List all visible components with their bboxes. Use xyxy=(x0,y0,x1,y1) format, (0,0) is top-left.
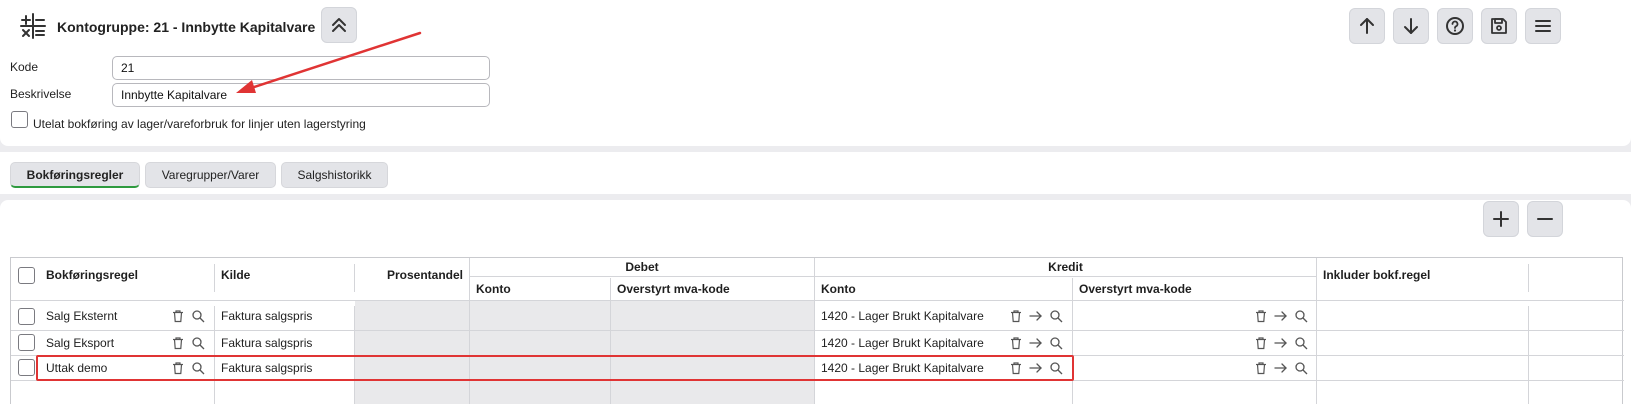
search-icon[interactable] xyxy=(1049,361,1063,375)
kode-input[interactable] xyxy=(112,56,490,80)
row-bokforingsregel[interactable]: Uttak demo xyxy=(46,356,107,380)
search-icon[interactable] xyxy=(1294,336,1308,350)
tab-bokforingsregler[interactable]: Bokføringsregler xyxy=(10,162,140,188)
arrow-down-icon xyxy=(1404,18,1418,34)
trash-icon[interactable] xyxy=(1254,361,1268,375)
row-checkbox[interactable] xyxy=(18,359,35,376)
plus-icon xyxy=(1493,211,1509,227)
menu-icon xyxy=(1535,20,1551,32)
row-kredit-konto[interactable]: 1420 - Lager Brukt Kapitalvare xyxy=(821,331,984,355)
collapse-button[interactable] xyxy=(321,7,357,43)
help-button[interactable] xyxy=(1437,8,1473,44)
arrow-right-icon[interactable] xyxy=(1274,336,1288,350)
help-icon xyxy=(1446,17,1464,35)
next-record-button[interactable] xyxy=(1393,8,1429,44)
save-button[interactable] xyxy=(1481,8,1517,44)
arrow-up-icon xyxy=(1360,18,1374,34)
page-title: Kontogruppe: 21 - Innbytte Kapitalvare xyxy=(57,19,316,35)
add-row-button[interactable] xyxy=(1483,201,1519,237)
row-bokforingsregel[interactable]: Salg Eksport xyxy=(46,331,114,355)
debet-mva-disabled-cells xyxy=(611,301,814,404)
utelat-bokforing-checkbox[interactable] xyxy=(11,111,28,128)
search-icon[interactable] xyxy=(1049,336,1063,350)
arrow-right-icon[interactable] xyxy=(1029,336,1043,350)
header-kredit-konto[interactable]: Konto xyxy=(821,277,856,300)
trash-icon[interactable] xyxy=(1009,361,1023,375)
beskrivelse-input[interactable] xyxy=(112,83,490,107)
trash-icon[interactable] xyxy=(171,361,185,375)
row-checkbox[interactable] xyxy=(18,334,35,351)
debet-konto-disabled-cells xyxy=(470,301,610,404)
calculator-icon xyxy=(19,12,47,40)
remove-row-button[interactable] xyxy=(1527,201,1563,237)
row-checkbox[interactable] xyxy=(18,308,35,325)
tab-varegrupper-varer[interactable]: Varegrupper/Varer xyxy=(145,162,276,188)
row-kredit-konto[interactable]: 1420 - Lager Brukt Kapitalvare xyxy=(821,356,984,380)
bokforingsregler-grid: Bokføringsregel Kilde Prosentandel Debet… xyxy=(10,257,1624,404)
row-kredit-konto[interactable]: 1420 - Lager Brukt Kapitalvare xyxy=(821,301,984,330)
header-debet-mva[interactable]: Overstyrt mva-kode xyxy=(617,277,730,300)
search-icon[interactable] xyxy=(191,361,205,375)
previous-record-button[interactable] xyxy=(1349,8,1385,44)
trash-icon[interactable] xyxy=(171,309,185,323)
arrow-right-icon[interactable] xyxy=(1029,361,1043,375)
search-icon[interactable] xyxy=(1294,361,1308,375)
utelat-bokforing-label: Utelat bokføring av lager/vareforbruk fo… xyxy=(33,117,366,131)
save-icon xyxy=(1491,18,1507,34)
row-bokforingsregel[interactable]: Salg Eksternt xyxy=(46,301,117,330)
header-debet: Debet xyxy=(625,260,659,274)
header-bokforingsregel[interactable]: Bokføringsregel xyxy=(46,268,138,282)
double-chevron-up-icon xyxy=(332,18,346,32)
menu-button[interactable] xyxy=(1525,8,1561,44)
trash-icon[interactable] xyxy=(1009,336,1023,350)
header-debet-konto[interactable]: Konto xyxy=(476,277,511,300)
header-kredit: Kredit xyxy=(1048,260,1083,274)
header-inkluder[interactable]: Inkluder bokf.regel xyxy=(1323,268,1430,282)
row-kilde[interactable]: Faktura salgspris xyxy=(221,301,312,330)
minus-icon xyxy=(1537,218,1553,220)
trash-icon[interactable] xyxy=(1254,309,1268,323)
search-icon[interactable] xyxy=(1049,309,1063,323)
prosentandel-disabled-cells xyxy=(355,301,469,404)
arrow-right-icon[interactable] xyxy=(1274,309,1288,323)
beskrivelse-label: Beskrivelse xyxy=(10,87,72,101)
trash-icon[interactable] xyxy=(171,336,185,350)
arrow-right-icon[interactable] xyxy=(1274,361,1288,375)
header-kredit-mva[interactable]: Overstyrt mva-kode xyxy=(1079,277,1192,300)
row-kilde[interactable]: Faktura salgspris xyxy=(221,356,312,380)
header-prosentandel[interactable]: Prosentandel xyxy=(355,268,463,282)
search-icon[interactable] xyxy=(191,336,205,350)
tab-salgshistorikk[interactable]: Salgshistorikk xyxy=(281,162,388,188)
search-icon[interactable] xyxy=(1294,309,1308,323)
search-icon[interactable] xyxy=(191,309,205,323)
trash-icon[interactable] xyxy=(1009,309,1023,323)
arrow-right-icon[interactable] xyxy=(1029,309,1043,323)
trash-icon[interactable] xyxy=(1254,336,1268,350)
header-kilde[interactable]: Kilde xyxy=(221,268,250,282)
select-all-checkbox[interactable] xyxy=(18,267,35,284)
row-kilde[interactable]: Faktura salgspris xyxy=(221,331,312,355)
kode-label: Kode xyxy=(10,60,39,74)
